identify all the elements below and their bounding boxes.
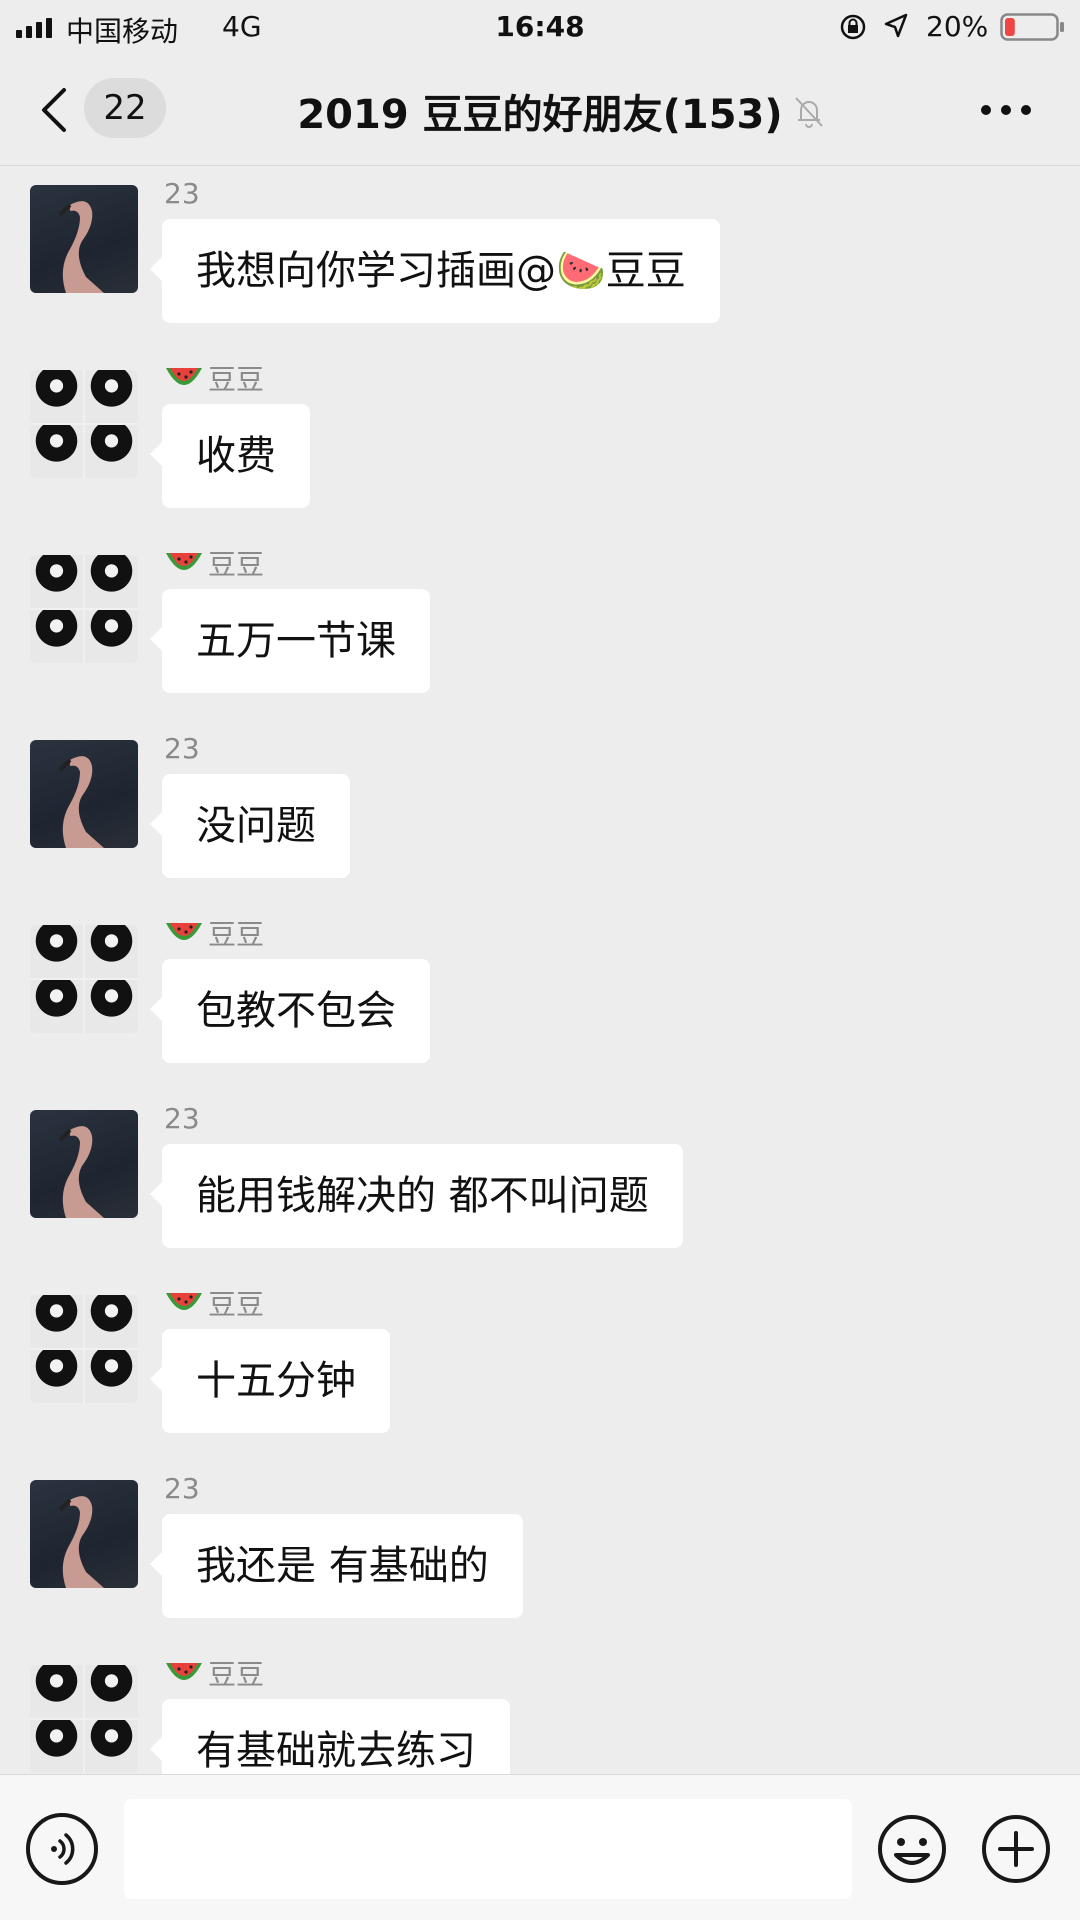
- rotation-lock-icon: [840, 14, 866, 40]
- flamingo-image: [58, 201, 104, 293]
- sender-name: 豆豆: [164, 360, 264, 396]
- message-row: 23 能用钱解决的 都不叫问题: [0, 1100, 1080, 1285]
- sender-name: 豆豆: [164, 1285, 264, 1321]
- message-input[interactable]: [124, 1799, 852, 1899]
- message-list[interactable]: 23 我想向你学习插画@🍉豆豆 豆豆 收费 豆豆 五万一节课 23 没问题 豆豆 包教不包会 23 能…: [0, 167, 1080, 1774]
- avatar[interactable]: [30, 1480, 138, 1588]
- sender-label: 23: [164, 176, 200, 210]
- sender-label: 23: [164, 731, 200, 765]
- message-bubble[interactable]: 包教不包会: [150, 959, 430, 1063]
- message-row: 豆豆包教不包会: [0, 915, 1080, 1100]
- avatar[interactable]: [30, 1295, 138, 1403]
- message-bubble[interactable]: 我想向你学习插画@🍉豆豆: [150, 219, 720, 323]
- message-row: 豆豆收费: [0, 360, 1080, 545]
- avatar[interactable]: [30, 370, 138, 478]
- battery-percent: 20%: [926, 10, 989, 43]
- sender-label: 豆豆: [208, 918, 265, 951]
- emoji-icon[interactable]: [876, 1813, 948, 1885]
- avatar[interactable]: [30, 740, 138, 848]
- sender-label: 豆豆: [208, 363, 265, 396]
- sender-label: 豆豆: [208, 548, 265, 581]
- message-bubble[interactable]: 我还是 有基础的: [150, 1514, 523, 1618]
- message-bubble[interactable]: 十五分钟: [150, 1329, 390, 1433]
- sender-name: 23: [164, 175, 200, 211]
- more-icon[interactable]: [980, 104, 1032, 116]
- message-row: 豆豆五万一节课: [0, 545, 1080, 730]
- sender-name: 23: [164, 730, 200, 766]
- message-row: 23 我还是 有基础的: [0, 1470, 1080, 1655]
- sender-name: 豆豆: [164, 915, 264, 951]
- status-time: 16:48: [495, 10, 585, 43]
- message-row: 23 没问题: [0, 730, 1080, 915]
- avatar[interactable]: [30, 185, 138, 293]
- avatar[interactable]: [30, 555, 138, 663]
- watermelon-icon: [166, 553, 202, 570]
- bell-off-icon: [795, 97, 823, 128]
- watermelon-icon: [166, 1663, 202, 1680]
- voice-icon[interactable]: [26, 1813, 98, 1885]
- avatar[interactable]: [30, 1110, 138, 1218]
- watermelon-icon: [166, 1293, 202, 1310]
- message-row: 豆豆十五分钟: [0, 1285, 1080, 1470]
- flamingo-image: [58, 1126, 104, 1218]
- flamingo-image: [58, 756, 104, 848]
- unread-badge[interactable]: 22: [84, 78, 166, 138]
- sender-label: 23: [164, 1471, 200, 1505]
- flamingo-image: [58, 1496, 104, 1588]
- message-bubble[interactable]: 收费: [150, 404, 310, 508]
- watermelon-icon: [166, 923, 202, 940]
- sender-name: 23: [164, 1470, 200, 1506]
- chevron-left-icon[interactable]: [36, 84, 72, 136]
- message-bubble[interactable]: 能用钱解决的 都不叫问题: [150, 1144, 683, 1248]
- sender-label: 23: [164, 1101, 200, 1135]
- avatar[interactable]: [30, 925, 138, 1033]
- status-bar: 中国移动 4G 16:48 20%: [0, 0, 1080, 54]
- message-row: 豆豆有基础就去练习: [0, 1655, 1080, 1774]
- sender-label: 豆豆: [208, 1658, 265, 1691]
- plus-icon[interactable]: [980, 1813, 1052, 1885]
- sender-name: 23: [164, 1100, 200, 1136]
- message-bubble[interactable]: 没问题: [150, 774, 350, 878]
- input-bar: [0, 1774, 1080, 1920]
- sender-label: 豆豆: [208, 1288, 265, 1321]
- sender-name: 豆豆: [164, 1655, 264, 1691]
- battery-icon: [1000, 13, 1064, 41]
- message-bubble[interactable]: 有基础就去练习: [150, 1699, 510, 1774]
- message-bubble[interactable]: 五万一节课: [150, 589, 430, 693]
- message-row: 23 我想向你学习插画@🍉豆豆: [0, 175, 1080, 360]
- sender-name: 豆豆: [164, 545, 264, 581]
- watermelon-icon: [166, 368, 202, 385]
- avatar[interactable]: [30, 1665, 138, 1773]
- nav-bar: 22 2019 豆豆的好朋友(153): [0, 54, 1080, 166]
- location-arrow-icon: [884, 13, 908, 38]
- chat-screen: 中国移动 4G 16:48 20% 22 2019 豆豆的好朋友(153) 23…: [0, 0, 1080, 1920]
